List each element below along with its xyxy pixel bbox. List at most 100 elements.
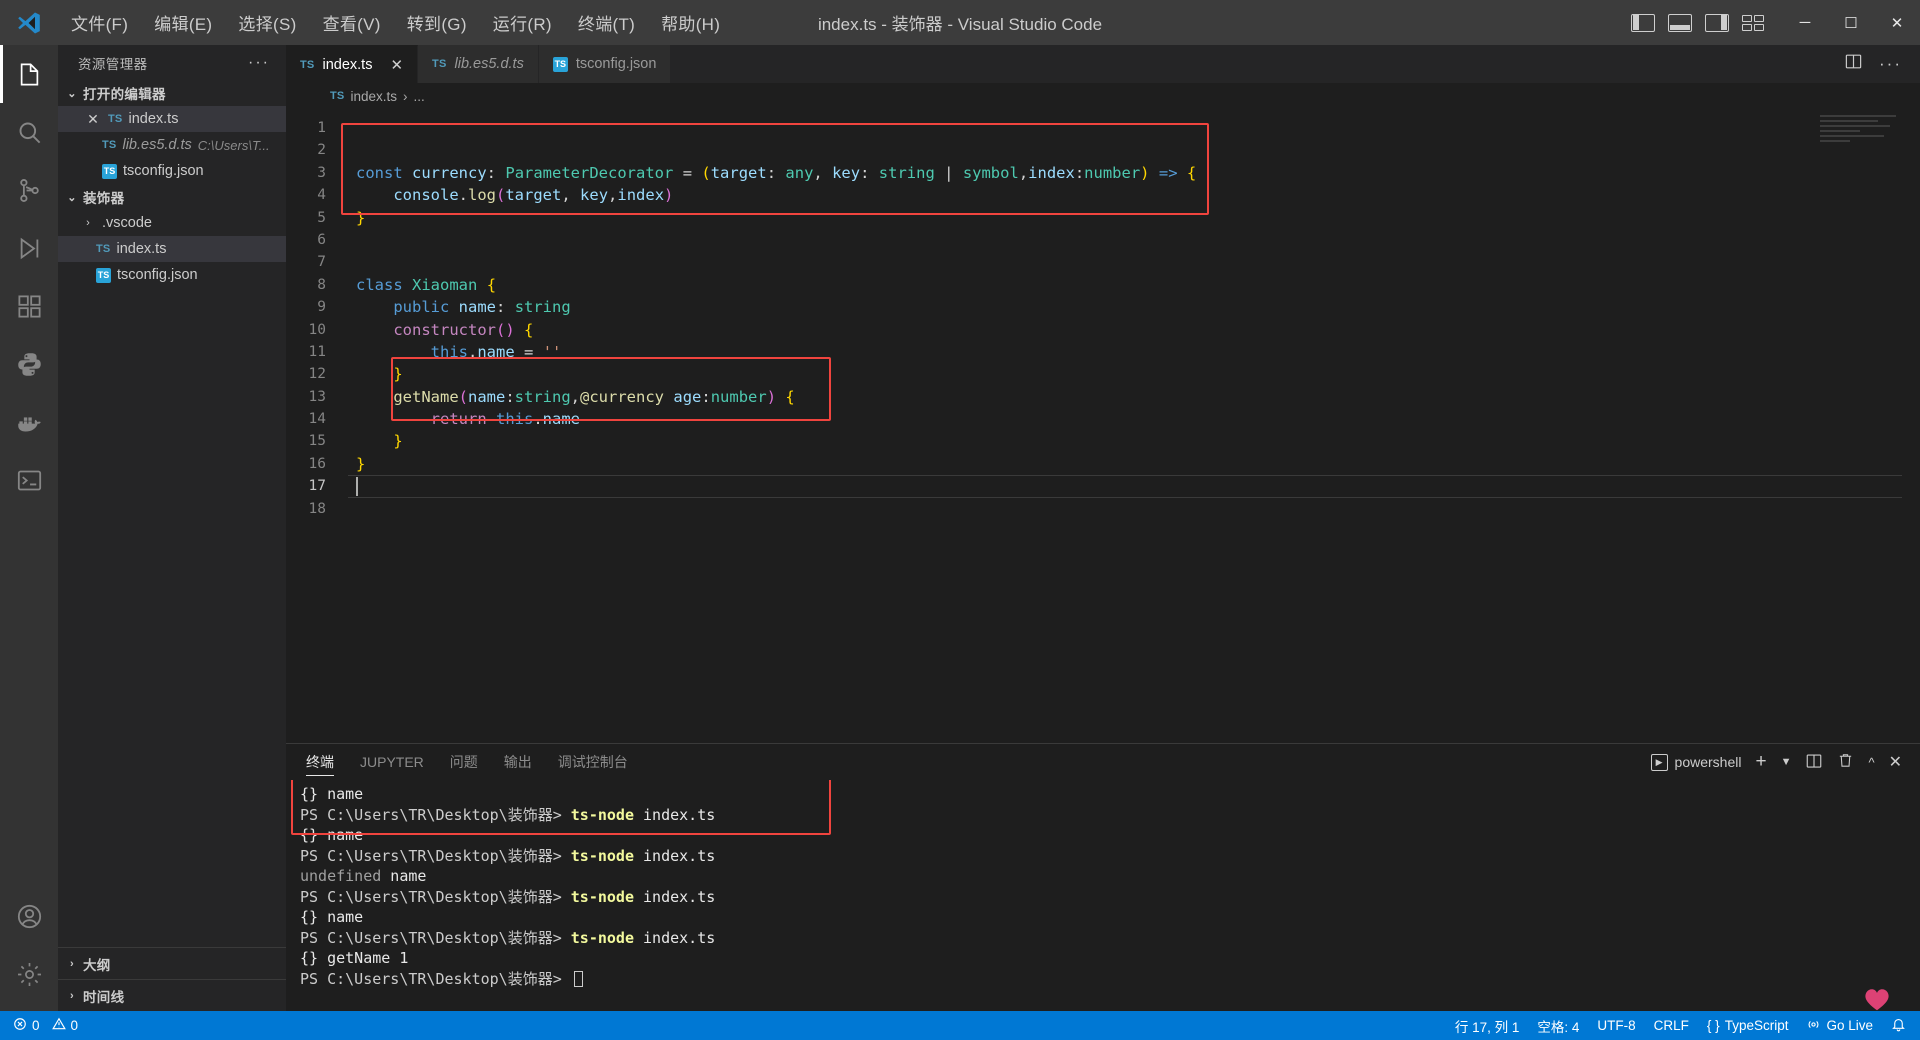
status-bar: 0 0 行 17, 列 1 空格: 4 UTF-8 CRLF { } TypeS…	[0, 1011, 1920, 1040]
trash-icon[interactable]	[1837, 752, 1854, 772]
menu-selection[interactable]: 选择(S)	[225, 5, 309, 40]
code-text: }	[393, 432, 403, 451]
tab-tsconfig-json[interactable]: TS tsconfig.json	[538, 45, 672, 83]
status-encoding[interactable]: UTF-8	[1588, 1011, 1644, 1040]
tab-output[interactable]: 输出	[504, 744, 532, 780]
activity-extensions[interactable]	[0, 277, 58, 335]
close-icon[interactable]: ✕	[84, 111, 102, 128]
code-text: }	[356, 454, 366, 473]
split-terminal-icon[interactable]	[1805, 752, 1823, 773]
open-editor-tsconfig[interactable]: TS tsconfig.json	[58, 158, 286, 184]
section-project-root[interactable]: ⌄ 装饰器	[58, 184, 286, 210]
code-editor[interactable]: 1 2 3 const currency: ParameterDecorator = …	[286, 109, 1920, 743]
code-text: }	[393, 365, 403, 384]
tree-item-index-ts[interactable]: TS index.ts	[58, 236, 286, 262]
activity-remote-terminal-icon[interactable]	[0, 451, 58, 509]
terminal-line: PS C:\Users\TR\Desktop\装饰器> ts-node inde…	[300, 928, 1920, 949]
code-text: constructor() {	[393, 320, 534, 339]
menu-bar: 文件(F) 编辑(E) 选择(S) 查看(V) 转到(G) 运行(R) 终端(T…	[58, 5, 733, 40]
line-number: 13	[308, 388, 326, 405]
activity-manage-gear-icon[interactable]	[0, 945, 58, 1003]
maximize-button[interactable]: ☐	[1828, 0, 1874, 45]
tab-label: index.ts	[322, 56, 373, 73]
sidebar-more-actions-icon[interactable]: ···	[248, 54, 276, 72]
status-go-live-label: Go Live	[1826, 1018, 1873, 1033]
new-terminal-icon[interactable]: +	[1755, 751, 1766, 773]
title-bar: 文件(F) 编辑(E) 选择(S) 查看(V) 转到(G) 运行(R) 终端(T…	[0, 0, 1920, 45]
menu-terminal[interactable]: 终端(T)	[565, 5, 648, 40]
status-language-mode[interactable]: { } TypeScript	[1698, 1011, 1798, 1040]
terminal-text: index.ts	[634, 805, 716, 824]
terminal-text: index.ts	[634, 846, 716, 865]
section-outline-label: 大纲	[83, 957, 111, 973]
terminal-shell-selector[interactable]: ▶ powershell	[1650, 753, 1741, 771]
status-notifications[interactable]	[1882, 1011, 1916, 1040]
close-panel-icon[interactable]: ✕	[1889, 752, 1902, 772]
customize-layout-icon[interactable]	[1742, 14, 1764, 31]
activity-run-debug[interactable]	[0, 219, 58, 277]
tree-item-vscode-folder[interactable]: › .vscode	[58, 210, 286, 236]
breadcrumb-tail[interactable]: ...	[414, 89, 425, 104]
tree-item-tsconfig-json[interactable]: TS tsconfig.json	[58, 262, 286, 288]
code-line: 4 console.log(target, key,index)	[286, 184, 1920, 206]
menu-file[interactable]: 文件(F)	[58, 5, 141, 40]
status-indentation[interactable]: 空格: 4	[1528, 1011, 1588, 1040]
terminal-line: undefined name	[300, 866, 1920, 887]
status-go-live[interactable]: Go Live	[1797, 1011, 1882, 1040]
tab-debug-console[interactable]: 调试控制台	[558, 744, 628, 780]
menu-run[interactable]: 运行(R)	[480, 5, 565, 40]
status-problems[interactable]: 0 0	[4, 1011, 87, 1040]
menu-view[interactable]: 查看(V)	[310, 5, 394, 40]
line-number: 12	[308, 366, 326, 383]
menu-edit[interactable]: 编辑(E)	[141, 5, 225, 40]
menu-go[interactable]: 转到(G)	[394, 5, 480, 40]
minimize-button[interactable]: ─	[1782, 0, 1828, 45]
open-editor-index-ts[interactable]: ✕ TS index.ts	[58, 106, 286, 132]
minimap[interactable]	[1820, 115, 1906, 157]
bell-icon	[1891, 1017, 1906, 1035]
terminal-text: {} name	[300, 785, 364, 803]
current-line-highlight	[348, 475, 1902, 498]
tab-jupyter[interactable]: JUPYTER	[360, 744, 424, 780]
terminal-output[interactable]: {} name PS C:\Users\TR\Desktop\装饰器> ts-no…	[286, 780, 1920, 1011]
breadcrumb-file[interactable]: index.ts	[350, 89, 397, 104]
toggle-panel-icon[interactable]	[1668, 13, 1692, 32]
sidebar-title-row: 资源管理器 ···	[58, 45, 286, 80]
terminal-line: {} getName 1	[300, 948, 1920, 969]
terminal-line: {} name	[300, 907, 1920, 928]
tab-label: tsconfig.json	[575, 56, 657, 72]
split-editor-icon[interactable]	[1844, 52, 1863, 76]
activity-bar	[0, 45, 58, 1011]
toggle-secondary-sidebar-icon[interactable]	[1705, 13, 1729, 32]
close-button[interactable]: ✕	[1874, 0, 1920, 45]
activity-python-icon[interactable]	[0, 335, 58, 393]
vscode-window: 文件(F) 编辑(E) 选择(S) 查看(V) 转到(G) 运行(R) 终端(T…	[0, 0, 1920, 1040]
activity-accounts-icon[interactable]	[0, 887, 58, 945]
status-cursor-position[interactable]: 行 17, 列 1	[1446, 1011, 1529, 1040]
tab-problems[interactable]: 问题	[450, 744, 478, 780]
activity-explorer[interactable]	[0, 45, 58, 103]
maximize-panel-icon[interactable]: ^	[1868, 755, 1874, 770]
open-editor-lib-es5[interactable]: TS lib.es5.d.ts C:\Users\T...	[58, 132, 286, 158]
terminal-line: PS C:\Users\TR\Desktop\装饰器> ts-node inde…	[300, 887, 1920, 908]
explorer-sidebar: 资源管理器 ··· ⌄ 打开的编辑器 ✕ TS index.ts TS lib.…	[58, 45, 286, 1011]
activity-docker-icon[interactable]	[0, 393, 58, 451]
tab-terminal[interactable]: 终端	[306, 744, 334, 780]
menu-help[interactable]: 帮助(H)	[648, 5, 733, 40]
close-icon[interactable]: ✕	[390, 56, 403, 74]
section-timeline[interactable]: › 时间线	[58, 979, 286, 1011]
tab-lib-es5-d-ts[interactable]: TS lib.es5.d.ts	[418, 45, 539, 83]
tab-index-ts[interactable]: TS index.ts ✕	[286, 45, 419, 83]
section-open-editors[interactable]: ⌄ 打开的编辑器	[58, 80, 286, 106]
section-outline[interactable]: › 大纲	[58, 947, 286, 979]
code-line: 6	[286, 229, 1920, 251]
code-line: 1	[286, 117, 1920, 139]
editor-more-actions-icon[interactable]: ···	[1879, 54, 1902, 74]
activity-search[interactable]	[0, 103, 58, 161]
status-eol[interactable]: CRLF	[1645, 1011, 1698, 1040]
vscode-logo-icon	[0, 11, 58, 35]
toggle-primary-sidebar-icon[interactable]	[1631, 13, 1655, 32]
error-icon	[13, 1017, 27, 1034]
chevron-down-icon[interactable]: ▼	[1781, 756, 1792, 768]
activity-source-control[interactable]	[0, 161, 58, 219]
